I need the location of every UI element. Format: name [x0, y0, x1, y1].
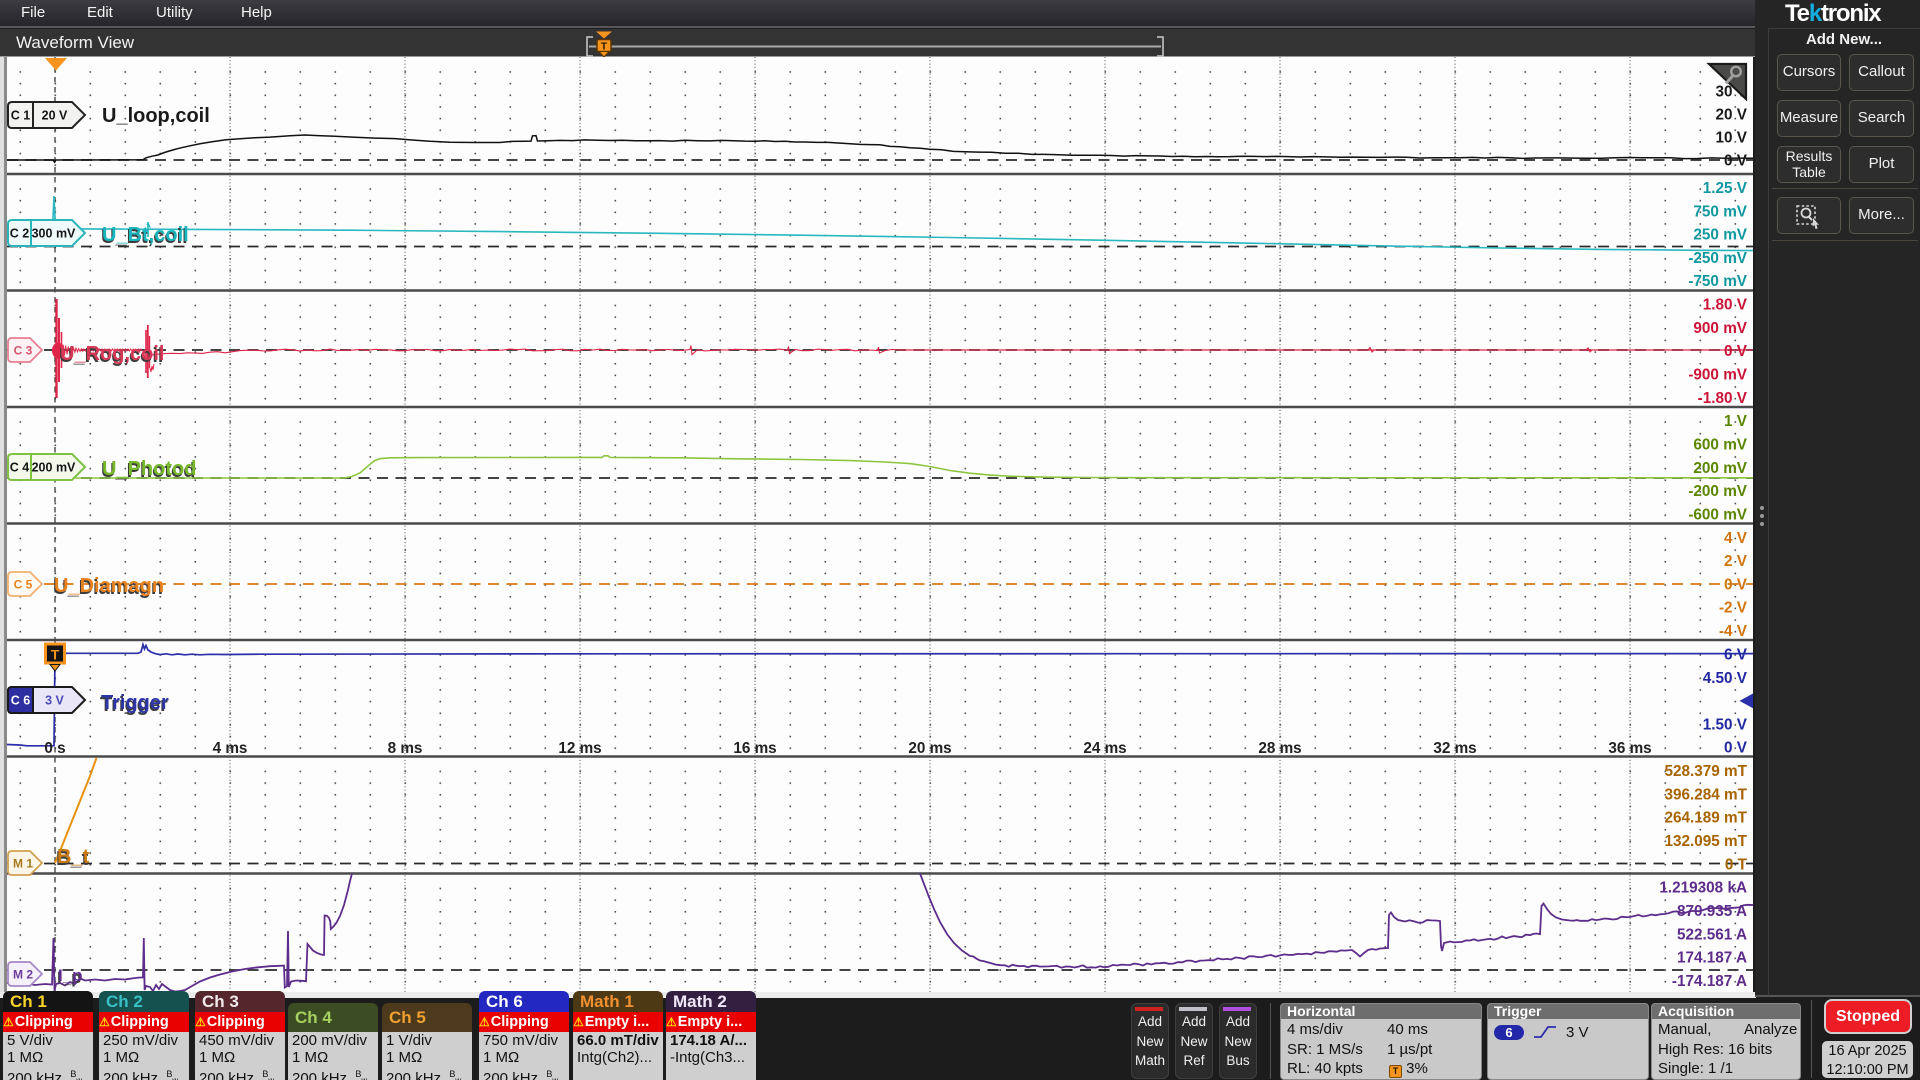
- svg-text:C 1: C 1: [11, 109, 31, 123]
- svg-text:-4 V: -4 V: [1719, 623, 1748, 640]
- svg-text:1.25 V: 1.25 V: [1703, 180, 1748, 197]
- svg-text:132.095 mT: 132.095 mT: [1665, 833, 1748, 850]
- svg-text:2 V: 2 V: [1724, 553, 1748, 570]
- svg-text:C 2: C 2: [10, 227, 30, 241]
- svg-text:4.50 V: 4.50 V: [1703, 670, 1748, 687]
- svg-text:396.284 mT: 396.284 mT: [1665, 786, 1748, 803]
- svg-text:1.50 V: 1.50 V: [1703, 716, 1748, 733]
- svg-text:4 ms: 4 ms: [213, 740, 248, 757]
- svg-text:16 ms: 16 ms: [733, 740, 776, 757]
- svg-text:522.561 A: 522.561 A: [1677, 926, 1747, 943]
- svg-text:528.379 mT: 528.379 mT: [1665, 763, 1748, 780]
- svg-text:C 4: C 4: [10, 461, 30, 475]
- svg-text:-250 mV: -250 mV: [1688, 250, 1747, 267]
- svg-text:-600 mV: -600 mV: [1688, 506, 1747, 523]
- svg-text:300 mV: 300 mV: [32, 227, 76, 241]
- svg-text:M 1: M 1: [13, 857, 33, 871]
- svg-text:-750 mV: -750 mV: [1688, 273, 1747, 290]
- svg-text:U_Rog,coil: U_Rog,coil: [60, 343, 164, 365]
- svg-text:0 V: 0 V: [1724, 153, 1748, 170]
- svg-text:250 mV: 250 mV: [1693, 227, 1747, 244]
- svg-text:C 5: C 5: [14, 578, 33, 592]
- svg-text:B_t: B_t: [57, 846, 90, 868]
- svg-text:24 ms: 24 ms: [1083, 740, 1126, 757]
- svg-text:-1.80 V: -1.80 V: [1698, 390, 1748, 407]
- svg-text:0 V: 0 V: [1724, 576, 1748, 593]
- svg-text:36 ms: 36 ms: [1608, 740, 1651, 757]
- svg-text:600 mV: 600 mV: [1693, 437, 1747, 454]
- svg-text:C 6: C 6: [11, 694, 31, 708]
- svg-text:900 mV: 900 mV: [1693, 320, 1747, 337]
- svg-text:C 3: C 3: [14, 344, 33, 358]
- svg-text:200 mV: 200 mV: [32, 461, 76, 475]
- svg-text:U_Diamagn: U_Diamagn: [54, 575, 164, 597]
- svg-text:28 ms: 28 ms: [1258, 740, 1301, 757]
- svg-text:T: T: [51, 647, 60, 663]
- svg-text:-174.187 A: -174.187 A: [1672, 973, 1747, 990]
- svg-text:3 V: 3 V: [45, 694, 64, 708]
- svg-text:6 V: 6 V: [1724, 647, 1748, 664]
- svg-text:-900 mV: -900 mV: [1688, 367, 1747, 384]
- svg-text:1.80 V: 1.80 V: [1703, 297, 1748, 314]
- svg-text:U_loop,coil: U_loop,coil: [102, 105, 210, 127]
- svg-text:0 V: 0 V: [1724, 343, 1748, 360]
- svg-text:32 ms: 32 ms: [1433, 740, 1476, 757]
- svg-text:200 mV: 200 mV: [1693, 460, 1747, 477]
- svg-text:174.187 A: 174.187 A: [1677, 950, 1747, 967]
- svg-text:I_p: I_p: [58, 966, 83, 985]
- svg-text:M 2: M 2: [13, 968, 33, 982]
- svg-text:-2 V: -2 V: [1719, 600, 1748, 617]
- svg-text:-200 mV: -200 mV: [1688, 483, 1747, 500]
- svg-text:12 ms: 12 ms: [558, 740, 601, 757]
- svg-text:U_Photod: U_Photod: [102, 458, 196, 480]
- svg-text:20 V: 20 V: [42, 109, 68, 123]
- svg-text:1.219308 kA: 1.219308 kA: [1659, 880, 1747, 897]
- svg-text:1 V: 1 V: [1724, 413, 1748, 430]
- svg-text:0 V: 0 V: [1724, 740, 1748, 757]
- svg-text:10 V: 10 V: [1716, 130, 1748, 147]
- svg-text:264.189 mT: 264.189 mT: [1665, 810, 1748, 827]
- svg-text:750 mV: 750 mV: [1693, 203, 1747, 220]
- svg-text:20 V: 20 V: [1716, 107, 1748, 124]
- svg-text:U_Bt,coil: U_Bt,coil: [102, 224, 189, 246]
- svg-text:8 ms: 8 ms: [388, 740, 423, 757]
- svg-text:0 s: 0 s: [44, 740, 65, 757]
- svg-text:870.935 A: 870.935 A: [1677, 903, 1747, 920]
- svg-text:4 V: 4 V: [1724, 530, 1748, 547]
- svg-text:Trigger: Trigger: [101, 692, 169, 714]
- svg-text:0 T: 0 T: [1725, 856, 1748, 873]
- svg-text:20 ms: 20 ms: [908, 740, 951, 757]
